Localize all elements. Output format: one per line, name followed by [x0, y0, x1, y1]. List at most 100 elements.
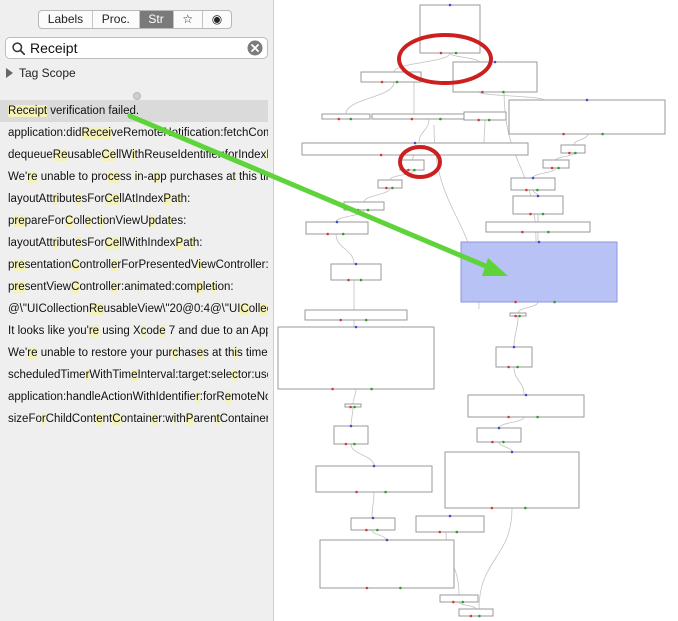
basic-block[interactable]	[343, 201, 385, 211]
tab-strings[interactable]: Str	[139, 11, 174, 28]
result-row[interactable]: presentationControllerForPresentedViewCo…	[0, 254, 268, 276]
basic-block[interactable]	[439, 594, 479, 603]
basic-block[interactable]	[419, 4, 481, 54]
basic-block[interactable]	[301, 142, 529, 156]
edge-port-dot	[355, 490, 358, 494]
basic-block[interactable]	[508, 99, 666, 135]
graph-edge	[335, 209, 365, 223]
basic-block[interactable]	[495, 346, 533, 368]
graph-edge	[498, 416, 525, 429]
basic-block-selected[interactable]	[460, 241, 618, 303]
result-text: It looks like you're using Xcode 7 and d…	[8, 325, 268, 337]
edge-port-dot	[518, 314, 521, 318]
basic-block[interactable]	[319, 539, 455, 589]
result-row[interactable]: layoutAttributesForCellWithIndexPath:	[0, 232, 268, 254]
control-flow-graph[interactable]	[274, 0, 678, 621]
search-input[interactable]	[30, 40, 247, 56]
edge-port-dot	[349, 405, 352, 409]
basic-block[interactable]	[476, 427, 522, 443]
basic-block[interactable]	[321, 113, 371, 120]
result-text: presentationControllerForPresentedViewCo…	[8, 259, 268, 271]
graph-edge	[335, 233, 355, 265]
edge-port-dot	[349, 424, 353, 428]
basic-block[interactable]	[458, 608, 494, 617]
basic-block[interactable]	[509, 312, 527, 317]
tab-procedures[interactable]: Proc.	[93, 11, 140, 28]
edge-port-dot	[344, 442, 348, 446]
edge-port-dot	[490, 506, 494, 510]
split-drag-handle[interactable]	[133, 92, 141, 100]
basic-block[interactable]	[415, 515, 485, 533]
result-row[interactable]: application:handleActionWithIdentifier:f…	[0, 386, 268, 408]
basic-block[interactable]	[399, 159, 425, 171]
result-row[interactable]: We're unable to process in-app purchases…	[0, 166, 268, 188]
result-row[interactable]: presentViewController:animated:completio…	[0, 276, 268, 298]
result-row[interactable]: @\"UICollectionReusableView\"20@0:4@\"UI…	[0, 298, 268, 320]
tag-scope-disclosure[interactable]: Tag Scope	[6, 66, 76, 80]
result-text: @\"UICollectionReusableView\"20@0:4@\"UI…	[8, 303, 268, 315]
result-row[interactable]: We're unable to restore your purchases a…	[0, 342, 268, 364]
graph-edge	[350, 406, 354, 427]
basic-block[interactable]	[485, 221, 591, 233]
basic-block[interactable]	[333, 425, 369, 445]
edge-port-dot	[502, 440, 505, 444]
edge-port-dot	[413, 168, 416, 172]
basic-block[interactable]	[467, 394, 585, 418]
tab-tags[interactable]: ◉	[203, 11, 231, 28]
basic-block[interactable]	[277, 326, 435, 390]
result-row[interactable]: layoutAttributesForCellAtIndexPath:	[0, 188, 268, 210]
basic-block[interactable]	[512, 195, 564, 215]
edge-port-dot	[601, 132, 604, 136]
edge-port-dot	[341, 232, 345, 236]
edge-port-dot	[521, 230, 524, 234]
result-text: layoutAttributesForCellAtIndexPath:	[8, 193, 191, 205]
edge-port-dot	[366, 208, 370, 212]
edge-port-dot	[507, 415, 510, 419]
edge-port-dot	[356, 208, 360, 212]
tab-bookmarks[interactable]: ☆	[174, 11, 203, 28]
basic-block[interactable]	[463, 111, 507, 121]
basic-block[interactable]	[542, 159, 570, 169]
edge-port-dot	[541, 212, 545, 216]
result-row[interactable]: sizeForChildContentContainer:withParentC…	[0, 408, 268, 430]
edge-port-dot	[568, 151, 571, 155]
clear-search-icon[interactable]	[247, 40, 263, 56]
result-row[interactable]: application:didReceiveRemoteNotification…	[0, 122, 268, 144]
search-field[interactable]	[5, 37, 268, 59]
edge-port-dot	[507, 365, 510, 369]
graph-edge	[458, 601, 477, 610]
edge-port-dot	[531, 176, 535, 180]
edge-port-dot	[514, 300, 517, 304]
basic-block[interactable]	[560, 144, 586, 154]
basic-block[interactable]	[444, 451, 580, 509]
edge-port-dot	[399, 586, 402, 590]
edge-port-dot	[524, 506, 527, 510]
edge-port-dot	[331, 387, 334, 391]
result-row[interactable]: prepareForCollectionViewUpdates:	[0, 210, 268, 232]
tab-labels[interactable]: Labels	[39, 11, 93, 28]
graph-edge	[371, 529, 387, 541]
result-row[interactable]: dequeueReusableCellWithReuseIdentifier:f…	[0, 144, 268, 166]
basic-block[interactable]	[305, 221, 369, 235]
edge-port-dot	[514, 314, 517, 318]
edge-port-dot	[380, 80, 384, 84]
basic-block[interactable]	[377, 179, 403, 189]
edge-port-dot	[497, 426, 501, 430]
edge-port-dot	[353, 442, 356, 446]
edge-port-dot	[510, 450, 514, 454]
result-row[interactable]: scheduledTimerWithTimeInterval:target:se…	[0, 364, 268, 386]
edge-port-dot	[438, 530, 442, 534]
disclosure-triangle-icon[interactable]	[6, 68, 13, 78]
basic-block[interactable]	[330, 263, 382, 281]
basic-block[interactable]	[360, 71, 422, 83]
edge-port-dot	[385, 538, 389, 542]
edge-port-dot	[413, 141, 417, 145]
basic-block[interactable]	[304, 309, 408, 321]
basic-block[interactable]	[315, 465, 433, 493]
basic-block[interactable]	[344, 403, 362, 408]
basic-block[interactable]	[350, 517, 396, 531]
basic-block[interactable]	[510, 177, 556, 191]
basic-block[interactable]	[452, 61, 538, 93]
result-row[interactable]: Receipt verification failed.	[0, 100, 268, 122]
result-row[interactable]: It looks like you're using Xcode 7 and d…	[0, 320, 268, 342]
